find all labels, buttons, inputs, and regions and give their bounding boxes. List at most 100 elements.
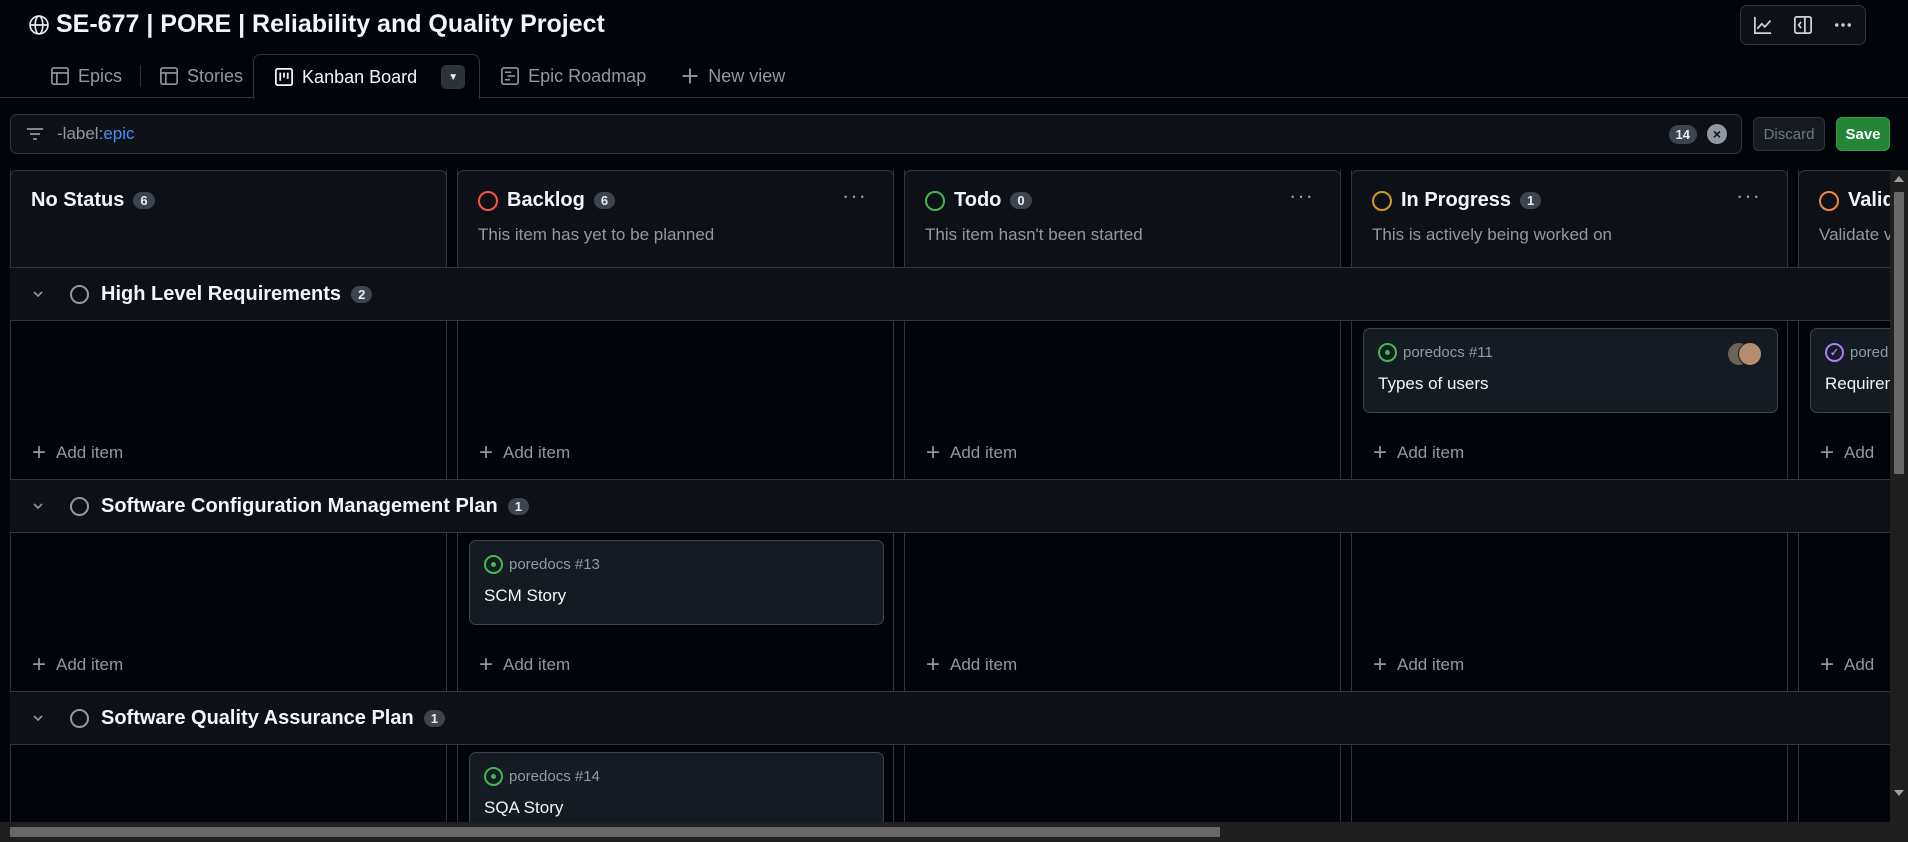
plus-icon: + [32, 439, 47, 466]
column-header-validate: Valid Validate v [1798, 170, 1890, 267]
add-item-label: Add item [503, 655, 571, 674]
kanban-board: No Status 6 Backlog 6 This item has yet … [0, 170, 1890, 822]
tab-divider [140, 65, 142, 87]
card-repo: poredocs #13 [509, 556, 600, 573]
plus-icon: + [926, 439, 941, 466]
add-item-button[interactable]: + Add [1820, 441, 1875, 465]
column-count: 6 [593, 192, 616, 209]
project-app: SE-677 | PORE | Reliability and Quality … [0, 0, 1908, 842]
column-description: This item has yet to be planned [478, 225, 715, 244]
column-description: Validate v [1819, 225, 1890, 244]
clear-filter-icon[interactable]: × [1707, 124, 1727, 144]
group-count: 1 [507, 497, 529, 515]
card-title[interactable]: Requiren [1825, 374, 1890, 394]
save-button[interactable]: Save [1836, 117, 1890, 151]
add-item-label: Add item [1397, 655, 1465, 674]
status-circle-icon [1372, 190, 1392, 211]
insights-icon[interactable] [1747, 9, 1779, 41]
scroll-up-icon[interactable] [1894, 176, 1904, 182]
side-panel-icon[interactable] [1787, 9, 1819, 41]
add-item-button[interactable]: + Add item [926, 651, 1018, 678]
assignee-avatars[interactable] [1727, 342, 1763, 366]
column-header-backlog: Backlog 6 This item has yet to be planne… [457, 170, 894, 267]
filter-result-count: 14 [1668, 124, 1697, 144]
add-item-label: Add item [950, 655, 1018, 674]
add-item-label: Add item [950, 443, 1018, 462]
card-title[interactable]: Types of users [1378, 374, 1763, 394]
tab-label: Epics [78, 65, 123, 86]
board-icon [275, 68, 294, 86]
add-item-button[interactable]: + Add item [479, 651, 571, 678]
horizontal-scrollbar[interactable] [0, 822, 1890, 842]
status-circle-icon [1819, 190, 1839, 211]
add-item-button[interactable]: + Add item [926, 439, 1018, 466]
plus-icon: + [479, 651, 494, 678]
tab-kanban-board[interactable]: Kanban Board ▼ [253, 54, 481, 99]
filter-icon [26, 128, 44, 140]
new-view-button[interactable]: New view [670, 54, 795, 98]
table-icon [160, 67, 178, 85]
add-item-label: Add [1844, 443, 1875, 462]
project-header: SE-677 | PORE | Reliability and Quality … [0, 0, 1908, 99]
filter-query: -label:epic [57, 124, 135, 144]
add-item-button[interactable]: + Add item [1373, 651, 1465, 678]
group-header-sqa-plan[interactable]: Software Quality Assurance Plan 1 [10, 691, 1890, 745]
group-header-high-level-requirements[interactable]: High Level Requirements 2 [10, 267, 1890, 321]
add-item-button[interactable]: + Add item [479, 439, 571, 466]
column-description: This is actively being worked on [1372, 225, 1613, 244]
column-menu-icon[interactable]: ··· [1736, 183, 1761, 209]
header-actions [1740, 5, 1866, 45]
tab-stories[interactable]: Stories [149, 54, 253, 98]
column-menu-icon[interactable]: ··· [1289, 183, 1314, 209]
roadmap-icon [501, 67, 520, 85]
plus-icon: + [479, 439, 494, 466]
page-title: SE-677 | PORE | Reliability and Quality … [56, 10, 605, 38]
column-header-in-progress: In Progress 1 This is actively being wor… [1351, 170, 1788, 267]
plus-icon: + [1373, 439, 1388, 466]
item-card[interactable]: poredocs #11 Types of users [1363, 328, 1778, 413]
group-status-icon [70, 284, 89, 304]
scrollbar-thumb[interactable] [1894, 192, 1904, 474]
scroll-down-icon[interactable] [1894, 790, 1904, 796]
add-item-button[interactable]: + Add [1820, 653, 1874, 677]
card-title[interactable]: SCM Story [484, 586, 869, 606]
group-status-icon [70, 496, 89, 516]
filter-key: -label: [57, 124, 104, 143]
column-header-no-status: No Status 6 [10, 170, 447, 267]
item-card[interactable]: poredocs #14 SQA Story [469, 752, 884, 822]
status-circle-icon [478, 190, 498, 211]
plus-icon: + [32, 651, 47, 678]
group-header-scm-plan[interactable]: Software Configuration Management Plan 1 [10, 479, 1890, 533]
table-icon [51, 67, 69, 85]
add-item-label: Add item [1397, 443, 1465, 462]
column-menu-icon[interactable]: ··· [842, 183, 867, 209]
add-item-label: Add item [503, 443, 571, 462]
card-repo: poredocs #11 [1403, 344, 1493, 361]
vertical-scrollbar[interactable] [1890, 170, 1908, 822]
view-options-caret-icon[interactable]: ▼ [441, 65, 466, 89]
filter-input[interactable]: -label:epic 14 × [10, 114, 1742, 154]
add-item-button[interactable]: + Add item [32, 651, 123, 678]
tab-epic-roadmap[interactable]: Epic Roadmap [490, 54, 656, 98]
item-card[interactable]: ✓ pored Requiren [1810, 328, 1890, 413]
column-header-todo: Todo 0 This item hasn't been started ··· [904, 170, 1341, 267]
chevron-down-icon[interactable] [30, 710, 46, 726]
column-name: Valid [1848, 189, 1890, 211]
add-item-button[interactable]: + Add item [32, 439, 123, 466]
more-icon[interactable] [1827, 9, 1859, 41]
plus-icon: + [926, 651, 941, 678]
tab-epics[interactable]: Epics [40, 54, 132, 98]
chevron-down-icon[interactable] [30, 286, 46, 302]
view-tabs: Epics Stories Kanban Board ▼ Epic Roadma… [40, 54, 795, 99]
issue-open-icon [484, 555, 503, 574]
chevron-down-icon[interactable] [30, 498, 46, 514]
issue-open-icon [1378, 343, 1397, 362]
group-status-icon [70, 708, 89, 728]
column-name: Todo [954, 189, 1002, 211]
add-item-button[interactable]: + Add item [1373, 439, 1465, 466]
scrollbar-thumb[interactable] [10, 827, 1220, 837]
discard-button[interactable]: Discard [1753, 117, 1825, 151]
item-card[interactable]: poredocs #13 SCM Story [469, 540, 884, 625]
plus-icon: + [1373, 651, 1388, 678]
card-title[interactable]: SQA Story [484, 798, 869, 818]
